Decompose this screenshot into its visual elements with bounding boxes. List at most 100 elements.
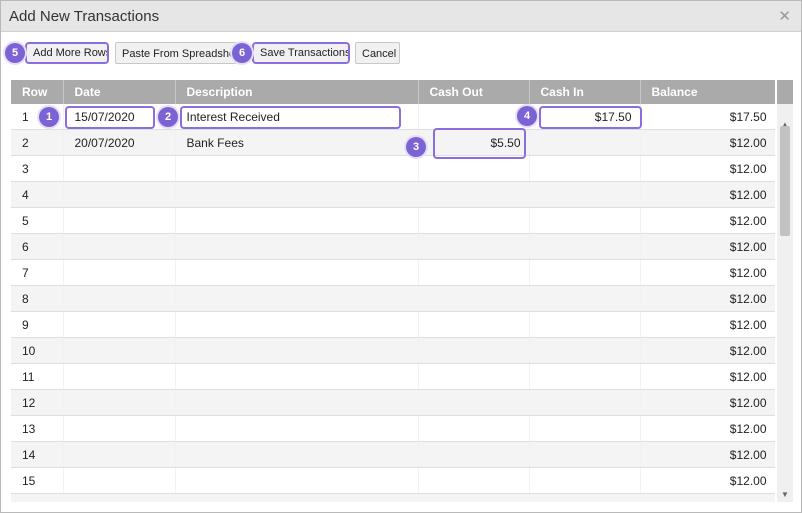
date-cell[interactable] — [63, 181, 176, 208]
description-cell[interactable] — [175, 285, 419, 312]
row-number-cell: 4 — [11, 181, 64, 208]
cash-out-cell[interactable] — [418, 285, 530, 312]
title-bar: Add New Transactions ✕ — [1, 1, 801, 32]
cash-in-cell[interactable] — [529, 337, 641, 364]
description-cell[interactable] — [175, 467, 419, 494]
cash-out-cell[interactable] — [418, 311, 530, 338]
column-header-cash-in[interactable]: Cash In — [529, 80, 641, 104]
row-number-cell: 7 — [11, 259, 64, 286]
date-cell[interactable] — [63, 259, 176, 286]
date-cell[interactable]: 20/07/2020 — [63, 129, 176, 156]
cash-in-cell[interactable] — [529, 493, 641, 502]
step-marker-6: 6 — [232, 43, 252, 63]
description-cell[interactable] — [175, 207, 419, 234]
cash-in-cell[interactable] — [529, 467, 641, 494]
cash-out-cell[interactable] — [418, 493, 530, 502]
description-cell[interactable] — [175, 415, 419, 442]
vertical-scrollbar[interactable]: ▲ ▼ — [777, 80, 793, 502]
description-cell[interactable] — [175, 441, 419, 468]
cash-out-cell[interactable] — [418, 104, 530, 130]
cash-out-cell[interactable] — [418, 259, 530, 286]
close-icon[interactable]: ✕ — [778, 7, 791, 25]
table-row: 12 $12.00 — [11, 389, 775, 416]
date-cell[interactable] — [63, 155, 176, 182]
date-cell[interactable] — [63, 493, 176, 502]
description-cell[interactable] — [175, 493, 419, 502]
cash-in-cell[interactable] — [529, 233, 641, 260]
balance-cell: $12.00 — [640, 337, 775, 364]
date-cell[interactable] — [63, 467, 176, 494]
cash-in-cell[interactable] — [529, 181, 641, 208]
cash-in-cell[interactable] — [529, 155, 641, 182]
column-header-row[interactable]: Row — [11, 80, 64, 104]
row-number-cell: 5 — [11, 207, 64, 234]
column-header-date[interactable]: Date — [63, 80, 176, 104]
step-marker-5: 5 — [5, 43, 25, 63]
cash-out-cell[interactable]: $5.50 — [418, 129, 530, 156]
cash-in-cell[interactable] — [529, 441, 641, 468]
cash-out-cell[interactable] — [418, 415, 530, 442]
cash-out-cell[interactable] — [418, 181, 530, 208]
date-cell[interactable] — [63, 415, 176, 442]
row-number-cell: 6 — [11, 233, 64, 260]
cash-in-cell[interactable] — [529, 363, 641, 390]
balance-cell: $12.00 — [640, 181, 775, 208]
description-cell[interactable]: Interest Received — [175, 104, 419, 130]
balance-cell: $12.00 — [640, 129, 775, 156]
cash-in-cell[interactable] — [529, 311, 641, 338]
balance-cell: $17.50 — [640, 104, 775, 130]
date-cell[interactable] — [63, 389, 176, 416]
cash-out-cell[interactable] — [418, 441, 530, 468]
transactions-table: Row Date Description Cash Out Cash In Ba… — [11, 80, 775, 502]
cash-out-cell[interactable] — [418, 207, 530, 234]
step-marker-3: 3 — [406, 137, 426, 157]
table-row: 4 $12.00 — [11, 181, 775, 208]
description-cell[interactable] — [175, 233, 419, 260]
cash-out-cell[interactable] — [418, 467, 530, 494]
column-header-description[interactable]: Description — [175, 80, 419, 104]
description-cell[interactable]: Bank Fees — [175, 129, 419, 156]
cash-out-cell[interactable] — [418, 363, 530, 390]
cash-out-cell[interactable] — [418, 389, 530, 416]
date-cell[interactable] — [63, 337, 176, 364]
save-transactions-button[interactable]: Save Transactions — [252, 42, 350, 64]
date-cell[interactable] — [63, 363, 176, 390]
cash-in-cell[interactable] — [529, 415, 641, 442]
scroll-down-icon[interactable]: ▼ — [777, 488, 793, 502]
date-cell[interactable] — [63, 207, 176, 234]
cancel-button[interactable]: Cancel — [355, 42, 400, 64]
cash-in-cell[interactable] — [529, 389, 641, 416]
table-row: 1 15/07/2020 Interest Received $17.50 $17.50 — [11, 104, 775, 130]
date-cell[interactable] — [63, 285, 176, 312]
date-cell[interactable] — [63, 233, 176, 260]
cash-in-cell[interactable] — [529, 129, 641, 156]
step-marker-4: 4 — [517, 106, 537, 126]
cash-in-cell[interactable] — [529, 285, 641, 312]
cash-out-cell[interactable] — [418, 233, 530, 260]
date-cell[interactable] — [63, 311, 176, 338]
column-header-balance[interactable]: Balance — [640, 80, 775, 104]
scrollbar-thumb[interactable] — [780, 126, 790, 236]
date-cell[interactable] — [63, 441, 176, 468]
cash-in-cell[interactable]: $17.50 — [529, 104, 641, 130]
balance-cell: $12.00 — [640, 311, 775, 338]
description-cell[interactable] — [175, 337, 419, 364]
cash-in-cell[interactable] — [529, 207, 641, 234]
cash-out-cell[interactable] — [418, 337, 530, 364]
description-cell[interactable] — [175, 155, 419, 182]
description-cell[interactable] — [175, 363, 419, 390]
row-number-cell: 14 — [11, 441, 64, 468]
description-cell[interactable] — [175, 389, 419, 416]
description-cell[interactable] — [175, 311, 419, 338]
add-more-rows-button[interactable]: Add More Rows — [25, 42, 109, 64]
paste-from-spreadsheet-button[interactable]: Paste From Spreadsheet — [115, 42, 237, 64]
description-cell[interactable] — [175, 259, 419, 286]
cash-out-cell[interactable] — [418, 155, 530, 182]
table-row: 6 $12.00 — [11, 233, 775, 260]
cash-in-cell[interactable] — [529, 259, 641, 286]
column-header-cash-out[interactable]: Cash Out — [418, 80, 530, 104]
row-number-cell: 15 — [11, 467, 64, 494]
balance-cell: $12.00 — [640, 389, 775, 416]
table-row: 2 20/07/2020 Bank Fees $5.50 $12.00 — [11, 129, 775, 156]
description-cell[interactable] — [175, 181, 419, 208]
